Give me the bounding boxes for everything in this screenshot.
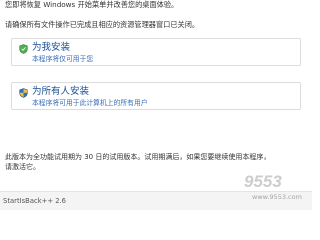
watermark-url: www.9553.com [252,193,302,201]
installer-window: 您即将恢复 Windows 开始菜单并改善您的桌面体验。 请确保所有文件操作已完… [0,0,312,210]
trial-notice-line-2: 请激活它。 [5,163,40,171]
install-for-me-title: 为我安装 [32,42,71,53]
install-for-me-option[interactable]: 为我安装 本程序将仅可用于您 [11,38,301,66]
install-for-everyone-subtitle: 本程序将可用于此计算机上的所有用户 [32,99,148,107]
install-for-everyone-title: 为所有人安装 [32,86,90,97]
trial-notice: 此版本为全功能试用期为 30 日的试用版本。试用期满后，如果您要继续使用本程序，… [5,152,310,172]
version-label: StartIsBack++ 2.6 [3,197,67,205]
watermark: 9553 www.9553.com [234,172,308,208]
intro-text: 您即将恢复 Windows 开始菜单并改善您的桌面体验。 请确保所有文件操作已完… [5,0,309,30]
intro-line-1: 您即将恢复 Windows 开始菜单并改善您的桌面体验。 [5,0,179,9]
install-for-everyone-option[interactable]: 为所有人安装 本程序将可用于此计算机上的所有用户 [11,82,301,110]
intro-line-2: 请确保所有文件操作已完成且相应的资源管理器窗口已关闭。 [5,20,200,29]
watermark-logo: 9553 [244,172,282,191]
uac-shield-icon [19,88,28,98]
trial-notice-line-1: 此版本为全功能试用期为 30 日的试用版本。试用期满后，如果您要继续使用本程序， [5,153,271,161]
install-for-me-subtitle: 本程序将仅可用于您 [32,55,94,63]
shield-icon [19,44,28,54]
